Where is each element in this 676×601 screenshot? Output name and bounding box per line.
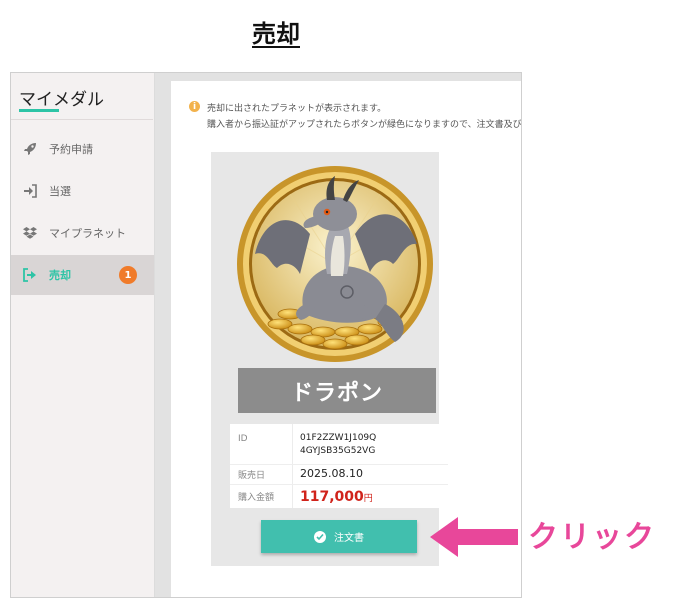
sign-out-icon — [23, 268, 37, 282]
notification-badge: 1 — [119, 266, 137, 284]
sidebar-item-label: マイプラネット — [49, 227, 126, 240]
sidebar-item-label: 売却 — [49, 269, 71, 282]
sign-in-icon — [23, 184, 37, 198]
sidebar-divider — [11, 119, 153, 120]
id-label: ID — [238, 434, 248, 444]
sidebar-item-reservation[interactable]: 予約申請 — [11, 129, 154, 169]
sale-date-value: 2025.08.10 — [300, 467, 363, 480]
notice-line-2: 購入者から振込証がアップされたらボタンが緑色になりますので、注文書及び — [207, 120, 521, 130]
dragon-medal-image — [237, 166, 433, 362]
price-value: 117,000円 — [300, 486, 373, 505]
price-currency: 円 — [363, 494, 373, 504]
sidebar-item-winning[interactable]: 当選 — [11, 171, 154, 211]
sale-date-label: 販売日 — [238, 471, 266, 481]
check-circle-icon — [314, 530, 326, 543]
click-annotation: クリック — [528, 520, 656, 555]
sidebar-title: マイメダル — [19, 90, 104, 110]
sidebar-item-sale[interactable]: 売却 1 — [11, 255, 154, 295]
table-row-date: 販売日 2025.08.10 — [230, 464, 448, 485]
sidebar-item-my-planet[interactable]: マイプラネット — [11, 213, 154, 253]
sidebar-title-underline — [19, 109, 59, 112]
planet-info-table: ID 01F2ZZW1J109Q 4GYJSB35G52VG 販売日 2025.… — [230, 424, 448, 508]
order-form-button-label: 注文書 — [334, 533, 364, 544]
table-row-price: 購入金額 117,000円 — [230, 484, 448, 508]
notice-line-1: 売却に出されたプラネットが表示されます。 — [207, 104, 387, 114]
page-title: 売却 — [252, 20, 300, 48]
price-amount: 117,000 — [300, 489, 364, 505]
dropbox-icon — [23, 226, 37, 240]
planet-card: ドラポン ID 01F2ZZW1J109Q 4GYJSB35G52VG 販売日 … — [211, 152, 448, 566]
id-line-2: 4GYJSB35G52VG — [300, 446, 376, 456]
id-line-1: 01F2ZZW1J109Q — [300, 433, 377, 443]
price-label: 購入金額 — [238, 493, 275, 503]
table-row-id: ID 01F2ZZW1J109Q 4GYJSB35G52VG — [230, 424, 448, 465]
rocket-icon — [23, 142, 37, 156]
order-form-button[interactable]: 注文書 — [261, 520, 417, 553]
sidebar: マイメダル 予約申請 当選 マイプラネット 売却 1 — [11, 73, 155, 597]
info-icon: i — [189, 101, 200, 112]
sidebar-item-label: 当選 — [49, 185, 71, 198]
planet-name: ドラポン — [238, 368, 436, 413]
sidebar-item-label: 予約申請 — [49, 143, 93, 156]
pointer-arrow-icon — [430, 517, 518, 557]
